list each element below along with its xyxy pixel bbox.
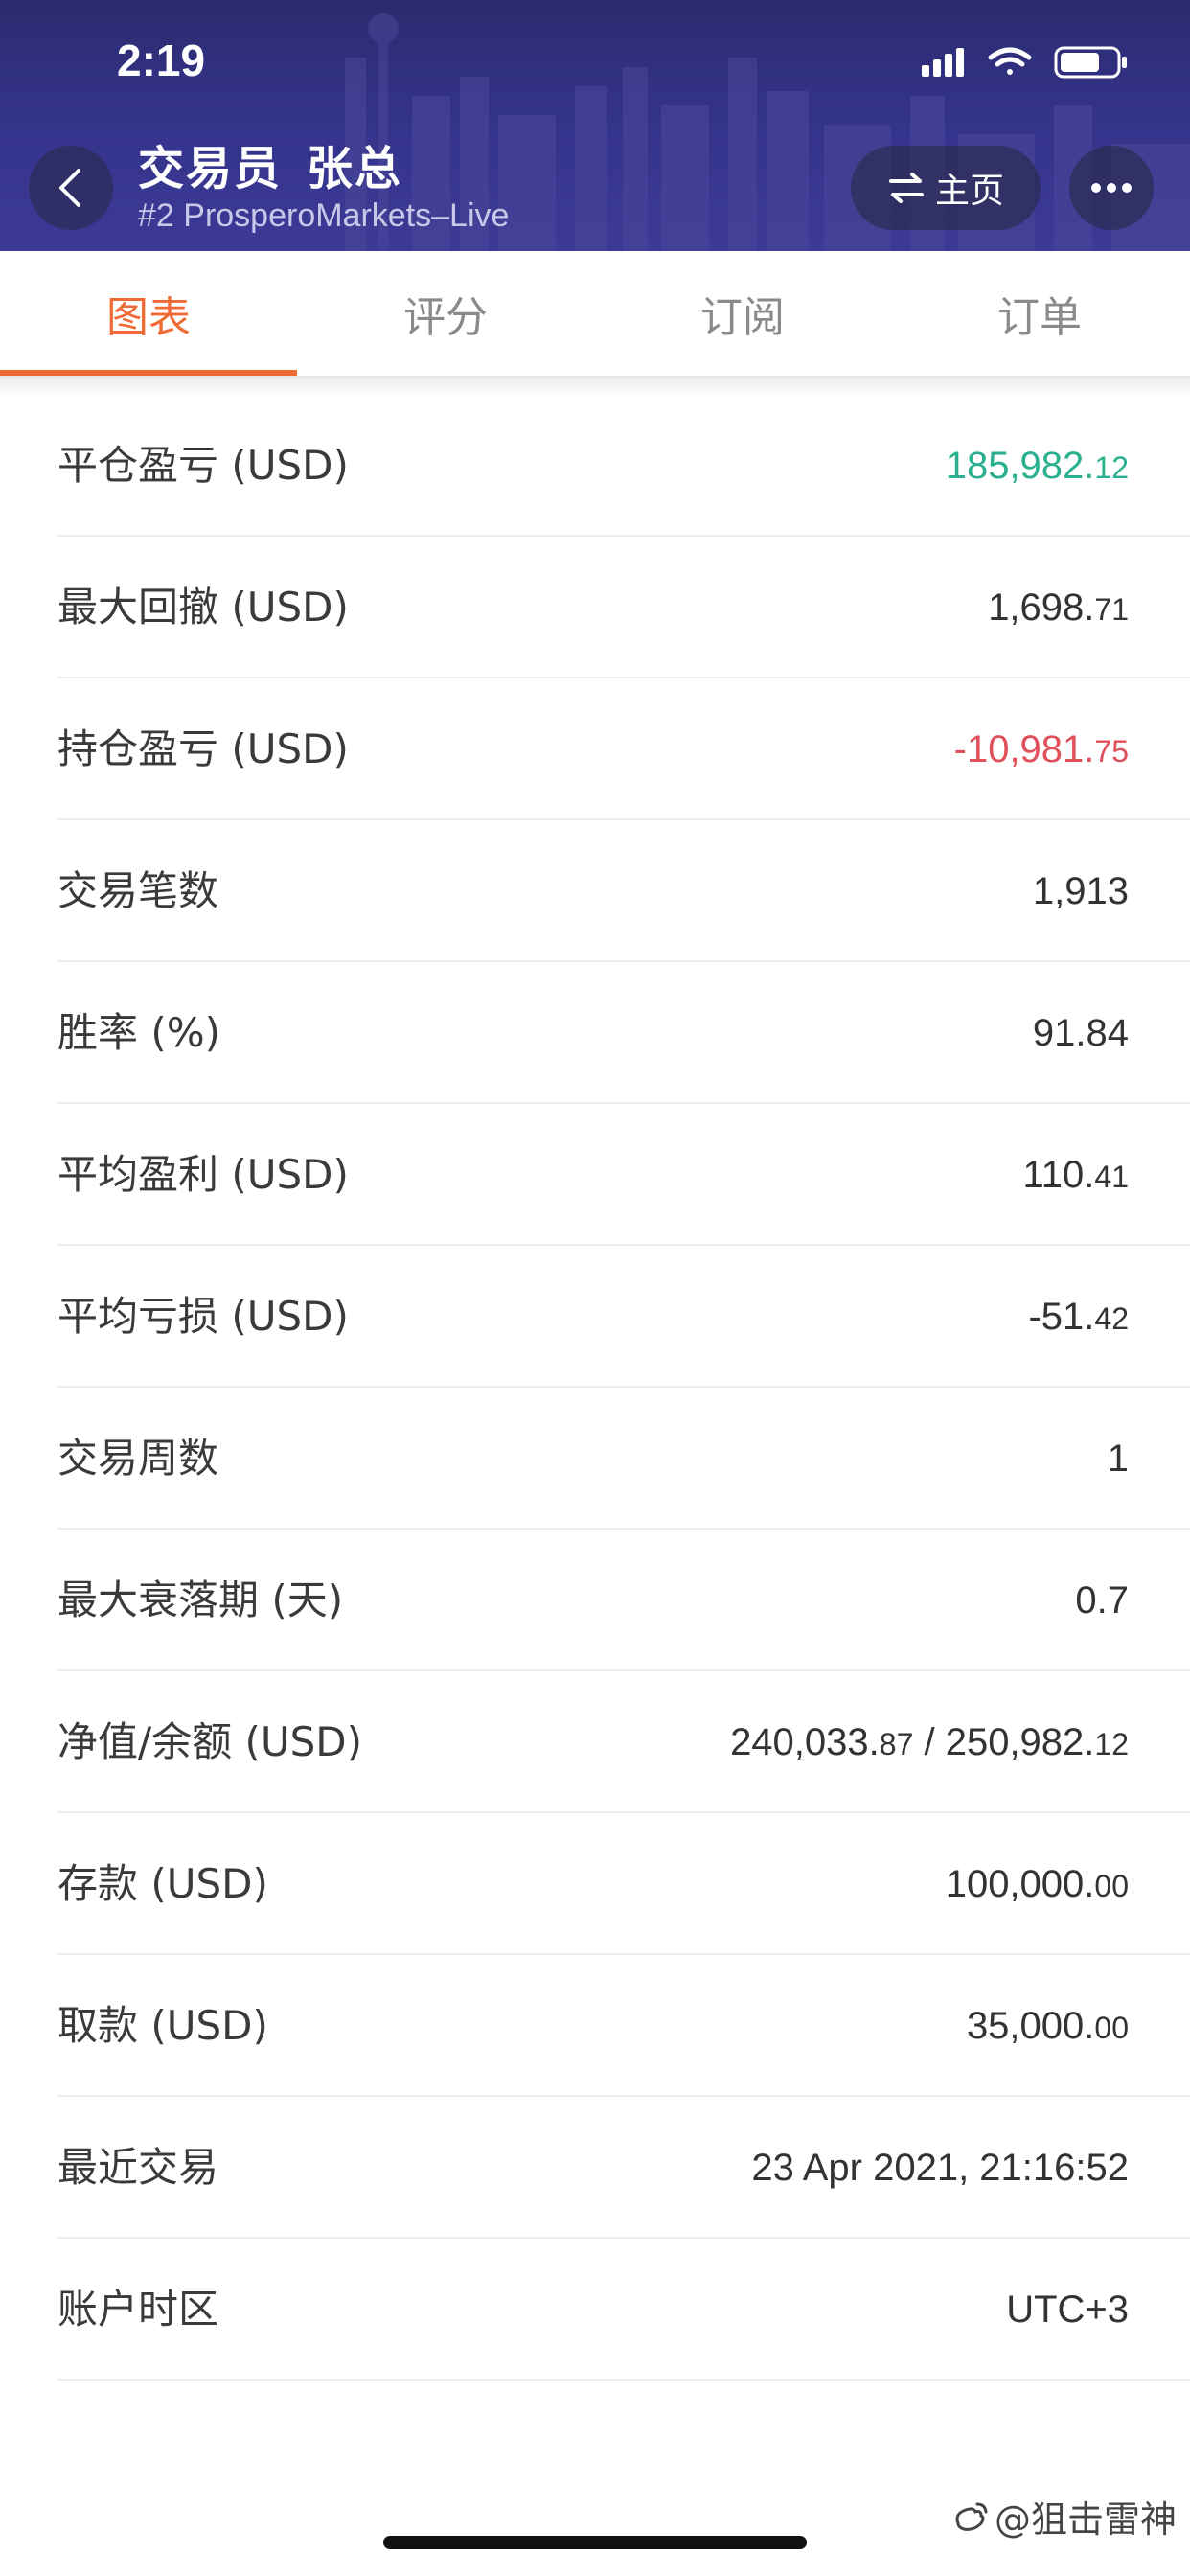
stat-label: 平均亏损 (USD) [57,1293,349,1340]
trader-title: 交易员 张总 [138,130,402,197]
battery-icon [1054,46,1127,79]
stat-row-max-drawdown: 最大回撤 (USD) 1,698.71 [57,537,1190,678]
stat-row-equity-balance: 净值/余额 (USD) 240,033.87 / 250,982.12 [57,1671,1190,1813]
stat-row-closed-pnl: 平仓盈亏 (USD) 185,982.12 [57,395,1190,537]
watermark-text: @狙击雷神 [994,2498,1177,2541]
stat-value: 1,913 [1032,870,1129,912]
stat-label: 胜率 (%) [57,1009,221,1056]
tab-subscribe[interactable]: 订阅 [594,251,891,376]
stat-label: 平均盈利 (USD) [57,1151,349,1198]
stat-value: -10,981.75 [953,728,1129,770]
stat-row-timezone: 账户时区 UTC+3 [57,2239,1190,2380]
account-name: #2 ProsperoMarkets–Live [138,197,510,234]
swap-arrows-icon [888,172,924,203]
tab-chart[interactable]: 图表 [0,251,297,376]
stat-value: 1,698.71 [988,586,1129,629]
wifi-icon [988,47,1032,75]
app-header: 2:19 交易员 张总 #2 ProsperoMarkets–Live 主页 [0,0,1190,251]
stat-label: 平仓盈亏 (USD) [57,442,349,489]
stat-value: 91.84 [1032,1012,1129,1054]
stat-row-avg-profit: 平均盈利 (USD) 110.41 [57,1104,1190,1246]
back-button[interactable] [29,146,113,230]
trader-name: 张总 [307,142,403,196]
stat-value: 23 Apr 2021, 21:16:52 [751,2147,1129,2189]
status-icons [922,46,1127,79]
stat-row-max-decline-days: 最大衰落期 (天) 0.7 [57,1530,1190,1671]
more-dots-icon [1091,183,1132,193]
stat-label: 账户时区 [57,2286,219,2333]
stat-label: 净值/余额 (USD) [57,1718,363,1765]
stat-label: 持仓盈亏 (USD) [57,725,349,772]
stat-row-deposits: 存款 (USD) 100,000.00 [57,1813,1190,1955]
stat-label: 交易笔数 [57,867,219,914]
trader-prefix: 交易员 [138,142,283,196]
stat-row-trade-count: 交易笔数 1,913 [57,820,1190,962]
stat-value: -51.42 [1028,1296,1129,1338]
stat-value: UTC+3 [1006,2288,1129,2331]
stat-value: 185,982.12 [945,445,1129,487]
stats-list: 平仓盈亏 (USD) 185,982.12 最大回撤 (USD) 1,698.7… [0,395,1190,2380]
stat-value: 110.41 [1022,1154,1129,1196]
tab-bar: 图表 评分 订阅 订单 [0,251,1190,378]
stat-value: 100,000.00 [945,1863,1129,1905]
signal-icon [922,48,964,77]
stat-value: 35,000.00 [966,2005,1129,2047]
stat-label: 最近交易 [57,2144,219,2191]
stat-value: 1 [1107,1438,1129,1480]
status-time: 2:19 [117,35,206,85]
stat-row-open-pnl: 持仓盈亏 (USD) -10,981.75 [57,678,1190,820]
stat-row-avg-loss: 平均亏损 (USD) -51.42 [57,1246,1190,1388]
stat-label: 最大回撤 (USD) [57,584,349,631]
stat-label: 存款 (USD) [57,1860,268,1907]
stat-value: 0.7 [1075,1579,1129,1622]
active-tab-indicator [0,370,297,376]
stat-label: 交易周数 [57,1435,219,1482]
tab-orders[interactable]: 订单 [891,251,1188,376]
more-button[interactable] [1069,146,1154,230]
home-indicator[interactable] [383,2536,807,2549]
home-label: 主页 [934,172,1004,211]
chevron-left-icon [59,169,80,207]
stat-row-last-trade: 最近交易 23 Apr 2021, 21:16:52 [57,2097,1190,2239]
stat-row-trading-weeks: 交易周数 1 [57,1388,1190,1530]
stat-label: 取款 (USD) [57,2002,268,2049]
watermark: @狙击雷神 [952,2490,1177,2542]
stat-value: 240,033.87 / 250,982.12 [730,1721,1129,1763]
stat-label: 最大衰落期 (天) [57,1576,344,1623]
home-button[interactable]: 主页 [851,146,1041,230]
weibo-logo-icon [955,2502,988,2531]
tab-rating[interactable]: 评分 [297,251,594,376]
stat-row-withdrawals: 取款 (USD) 35,000.00 [57,1955,1190,2097]
stat-row-win-rate: 胜率 (%) 91.84 [57,962,1190,1104]
